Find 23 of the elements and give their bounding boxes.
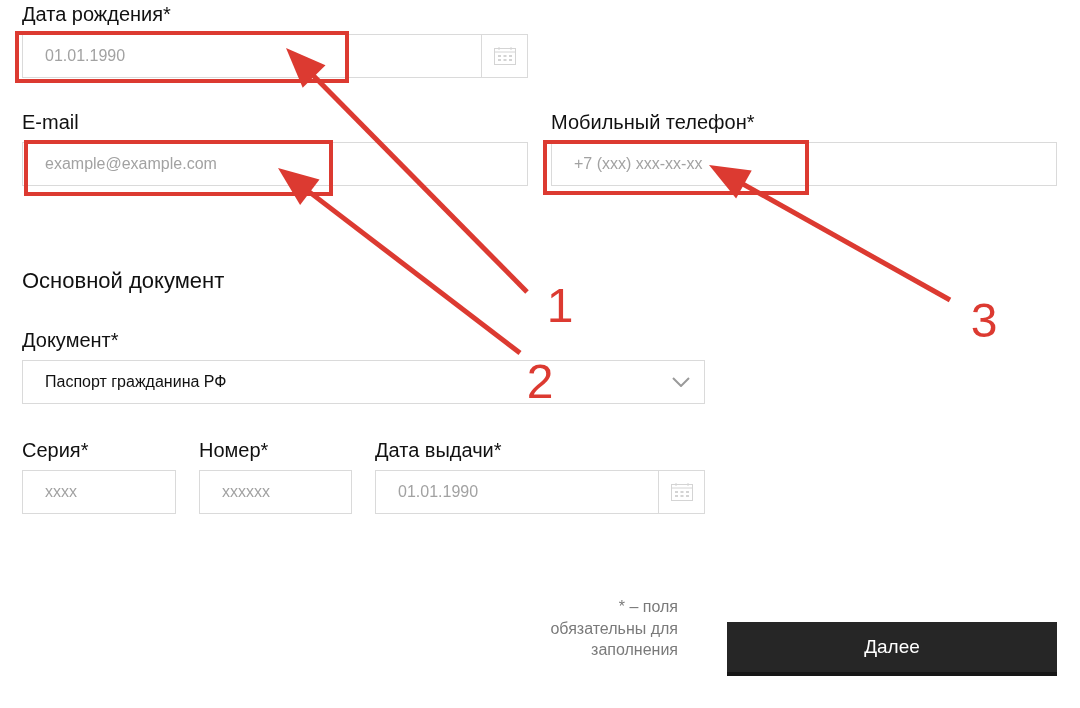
annotation-number: 1 <box>546 279 574 332</box>
field-label: E-mail <box>22 110 79 134</box>
calendar-icon <box>493 47 516 65</box>
next-button[interactable]: Далее <box>727 622 1057 676</box>
section-heading: Основной документ <box>22 267 225 295</box>
calendar-button[interactable] <box>658 470 705 514</box>
chevron-down-icon <box>672 377 690 387</box>
date-input[interactable]: 01.01.1990 <box>22 34 482 78</box>
field-label: Дата выдачи* <box>375 438 502 462</box>
field-label: Номер* <box>199 438 269 462</box>
text-input[interactable]: xxxx <box>22 470 176 514</box>
required-note: * – поля обязательны для заполнения <box>549 597 678 660</box>
field-label: Дата рождения* <box>22 2 171 26</box>
calendar-button[interactable] <box>481 34 528 78</box>
annotation-number: 3 <box>970 294 998 347</box>
field-label: Документ* <box>22 328 119 352</box>
field-label: Серия* <box>22 438 89 462</box>
field-label: Мобильный телефон* <box>551 110 755 134</box>
text-input[interactable]: xxxxxx <box>199 470 352 514</box>
text-input[interactable]: example@example.com <box>22 142 528 186</box>
calendar-icon <box>670 483 693 501</box>
text-input[interactable]: +7 (xxx) xxx-xx-xx <box>551 142 1057 186</box>
date-input[interactable]: 01.01.1990 <box>375 470 659 514</box>
